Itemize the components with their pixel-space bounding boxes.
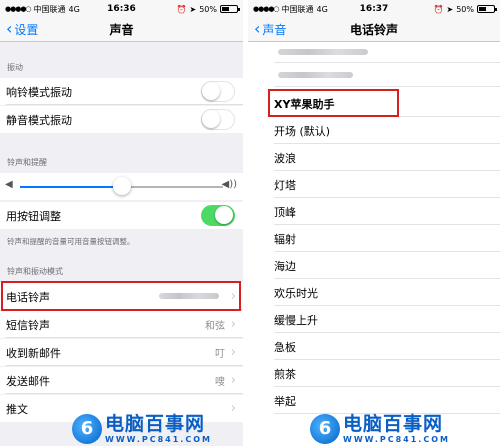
change-with-buttons-row: 用按钮调整 xyxy=(0,202,243,229)
chevron-right-icon: › xyxy=(230,317,236,332)
sound-settings-screen: ●●●●○ 中国联通 4G 16:36 ⏰ ➤ 50% ‹ 设置 声音 振动 响铃… xyxy=(0,0,243,446)
back-button[interactable]: ‹ 设置 xyxy=(6,20,38,38)
row-label: 短信铃声 xyxy=(6,318,50,332)
watermark-name: 电脑百事网 xyxy=(105,413,206,435)
row-value: 叮 xyxy=(215,349,225,360)
battery-icon xyxy=(220,5,240,13)
row-value: 嗖 xyxy=(215,377,225,388)
section-header-ringer: 铃声和提醒 xyxy=(7,158,47,167)
volume-slider-thumb[interactable] xyxy=(112,177,131,195)
navigation-bar: ‹ 声音 电话铃声 xyxy=(248,18,500,42)
row-label: 发送邮件 xyxy=(6,374,50,388)
ringtone-option-label: 欢乐时光 xyxy=(274,286,318,300)
speaker-low-icon: ◀ xyxy=(5,179,13,190)
row-label: 用按钮调整 xyxy=(6,209,61,223)
ringtone-option[interactable]: 辐射 xyxy=(248,225,500,252)
ringtone-option-label: 波浪 xyxy=(274,151,296,165)
battery-icon xyxy=(477,5,497,13)
chevron-right-icon: › xyxy=(230,401,236,416)
ringtone-option[interactable]: 海边 xyxy=(248,252,500,279)
ringtone-option-label: 辐射 xyxy=(274,232,296,246)
row-label: 响铃模式振动 xyxy=(6,85,72,99)
ringtone-option[interactable]: 开场 (默认) xyxy=(248,117,500,144)
chevron-right-icon: › xyxy=(230,373,236,388)
ringtone-option[interactable]: 灯塔 xyxy=(248,171,500,198)
watermark: 6 电脑百事网 WWW.PC841.COM xyxy=(310,413,450,444)
status-bar: ●●●●○ 中国联通 4G 16:37 ⏰ ➤ 50% xyxy=(248,0,500,18)
row-label: 收到新邮件 xyxy=(6,346,61,360)
ringtone-option-label: 灯塔 xyxy=(274,178,296,192)
navigation-bar: ‹ 设置 声音 xyxy=(0,18,243,42)
highlight-box xyxy=(268,89,399,117)
ringtone-option[interactable]: 煎茶 xyxy=(248,360,500,387)
back-button[interactable]: ‹ 声音 xyxy=(254,20,286,38)
watermark-logo-icon: 6 xyxy=(72,413,102,444)
ringtone-option-label: 急板 xyxy=(274,340,296,354)
highlight-box xyxy=(1,281,241,311)
row-label: 静音模式振动 xyxy=(6,113,72,127)
ringtone-option-label: 海边 xyxy=(274,259,296,273)
blurred-ringtone-row[interactable] xyxy=(248,63,500,87)
ringtone-option[interactable]: 欢乐时光 xyxy=(248,279,500,306)
sent-mail-row[interactable]: 发送邮件 嗖 › xyxy=(0,367,243,394)
watermark-name: 电脑百事网 xyxy=(343,413,444,435)
clock: 16:36 xyxy=(107,4,136,14)
change-with-buttons-toggle[interactable] xyxy=(201,205,235,226)
watermark-url: WWW.PC841.COM xyxy=(343,435,450,444)
status-bar: ●●●●○ 中国联通 4G 16:36 ⏰ ➤ 50% xyxy=(0,0,243,18)
watermark: 6 电脑百事网 WWW.PC841.COM xyxy=(72,413,212,444)
clock: 16:37 xyxy=(359,4,389,14)
ring-vibrate-toggle[interactable] xyxy=(201,81,235,102)
ringtone-option[interactable]: 波浪 xyxy=(248,144,500,171)
ringtone-option[interactable]: 急板 xyxy=(248,333,500,360)
ringtone-option-label: 煎茶 xyxy=(274,367,296,381)
chevron-left-icon: ‹ xyxy=(254,19,261,38)
new-mail-row[interactable]: 收到新邮件 叮 › xyxy=(0,339,243,366)
ringtone-option[interactable]: 举起 xyxy=(248,387,500,414)
row-label: 推文 xyxy=(6,402,28,416)
ringtone-list-screen: ●●●●○ 中国联通 4G 16:37 ⏰ ➤ 50% ‹ 声音 电话铃声 XY苹… xyxy=(248,0,500,446)
silent-vibrate-toggle[interactable] xyxy=(201,109,235,130)
ringtone-option-label: 开场 (默认) xyxy=(274,124,331,138)
chevron-right-icon: › xyxy=(230,345,236,360)
speaker-high-icon: ◀)) xyxy=(221,179,238,190)
silent-vibrate-row: 静音模式振动 xyxy=(0,106,243,133)
volume-slider-row: ◀ ◀)) xyxy=(0,173,243,200)
chevron-left-icon: ‹ xyxy=(6,19,13,38)
row-value: 和弦 xyxy=(205,321,225,332)
text-tone-row[interactable]: 短信铃声 和弦 › xyxy=(0,311,243,338)
watermark-logo-icon: 6 xyxy=(310,413,340,444)
ring-vibrate-row: 响铃模式振动 xyxy=(0,78,243,105)
ringtone-option-label: 举起 xyxy=(274,394,296,408)
blurred-ringtone-row[interactable] xyxy=(248,43,500,63)
section-header-vibration: 振动 xyxy=(7,63,23,72)
ringtone-option[interactable]: 缓慢上升 xyxy=(248,306,500,333)
ringtone-option-label: 顶峰 xyxy=(274,205,296,219)
section-header-patterns: 铃声和振动模式 xyxy=(7,267,63,276)
ringtone-option-label: 缓慢上升 xyxy=(274,313,318,327)
ringtone-option[interactable]: 顶峰 xyxy=(248,198,500,225)
ringer-footnote: 铃声和提醒的音量可用音量按钮调整。 xyxy=(7,237,135,246)
watermark-url: WWW.PC841.COM xyxy=(105,435,212,444)
